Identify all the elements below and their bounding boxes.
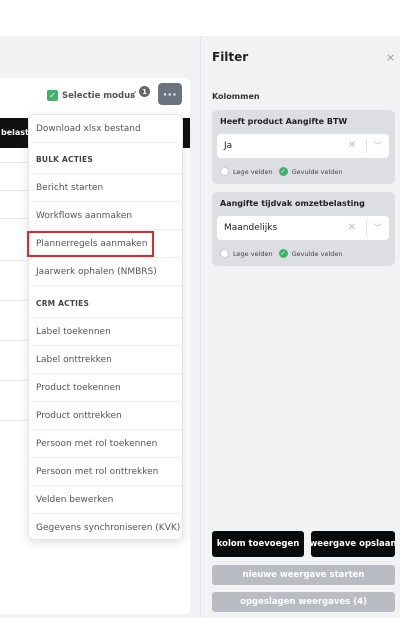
menu-item-bericht-starten[interactable]: Bericht starten [29, 174, 182, 202]
chevron-down-icon[interactable]: ﹀ [373, 221, 382, 234]
checkmark-icon: ✓ [129, 88, 139, 101]
menu-item-label-onttrekken[interactable]: Label onttrekken [29, 346, 182, 374]
empty-fields-radio[interactable] [220, 167, 229, 176]
bulk-actions-dropdown: Download xlsx bestand BULK ACTIES Berich… [28, 114, 183, 540]
selection-mode-label: Selectie modus [62, 90, 136, 101]
chevron-down-icon[interactable]: ﹀ [373, 139, 382, 152]
highlight-box [27, 231, 154, 257]
check-circle-icon[interactable]: ✓ [278, 249, 288, 258]
saved-views-button[interactable]: opgeslagen weergaves (4) [212, 592, 395, 612]
menu-item-product-toekennen[interactable]: Product toekennen [29, 374, 182, 402]
menu-item-persoon-rol-onttrekken[interactable]: Persoon met rol onttrekken [29, 458, 182, 486]
table-row-divider [0, 420, 28, 421]
add-column-button[interactable]: kolom toevoegen [212, 531, 304, 557]
table-row-divider [0, 190, 28, 191]
table-row-divider [0, 260, 28, 261]
columns-heading: Kolommen [212, 92, 260, 101]
filter-card-aangifte-btw: Heeft product Aangifte BTW Ja ✕ ﹀ Lege v… [212, 110, 395, 184]
filter-select-value: Ja [224, 141, 233, 151]
menu-item-download-xlsx[interactable]: Download xlsx bestand [29, 115, 182, 143]
save-view-button[interactable]: weergave opslaan [309, 531, 397, 557]
menu-section-bulk-acties: BULK ACTIES [29, 146, 182, 174]
filter-card-tijdvak-omzetbelasting: Aangifte tijdvak omzetbelasting Maandeli… [212, 192, 395, 266]
filled-fields-label: Gevulde velden [291, 249, 343, 258]
menu-item-velden-bewerken[interactable]: Velden bewerken [29, 486, 182, 514]
filter-value-select[interactable]: Maandelijks ✕ ﹀ [217, 216, 389, 240]
close-icon[interactable]: × [386, 51, 395, 64]
check-icon: ✓ [47, 90, 58, 101]
clear-icon[interactable]: ✕ [348, 222, 356, 233]
table-row-divider [0, 218, 28, 219]
menu-item-product-onttrekken[interactable]: Product onttrekken [29, 402, 182, 430]
more-actions-button[interactable]: ··· [158, 83, 182, 105]
table-row-divider [0, 300, 28, 301]
select-divider [366, 221, 367, 235]
filter-card-title: Aangifte tijdvak omzetbelasting [220, 199, 365, 208]
check-circle-icon[interactable]: ✓ [278, 167, 288, 176]
menu-item-persoon-rol-toekennen[interactable]: Persoon met rol toekennen [29, 430, 182, 458]
field-options: Lege velden ✓ Gevulde velden [220, 167, 343, 176]
select-divider [366, 139, 367, 153]
new-view-button[interactable]: nieuwe weergave starten [212, 565, 395, 585]
empty-fields-radio[interactable] [220, 249, 229, 258]
table-header-cell[interactable]: belasti [0, 118, 28, 148]
menu-section-crm-acties: CRM ACTIES [29, 290, 182, 318]
empty-fields-label: Lege velden [233, 249, 273, 258]
table-row-divider [0, 340, 28, 341]
filter-card-title: Heeft product Aangifte BTW [220, 117, 348, 126]
clear-icon[interactable]: ✕ [348, 140, 356, 151]
menu-item-workflows-aanmaken[interactable]: Workflows aanmaken [29, 202, 182, 230]
table-row-divider [0, 380, 28, 381]
filter-select-value: Maandelijks [224, 223, 278, 233]
menu-item-jaarwerk-ophalen[interactable]: Jaarwerk ophalen (NMBRS) [29, 258, 182, 286]
menu-item-gegevens-synchroniseren[interactable]: Gegevens synchroniseren (KVK) [29, 514, 182, 542]
top-bar [0, 0, 400, 36]
filled-fields-label: Gevulde velden [291, 167, 343, 176]
selection-count-badge: 1 [139, 86, 150, 97]
menu-item-label-toekennen[interactable]: Label toekennen [29, 318, 182, 346]
selection-count-indicator[interactable]: ✓ 1 [129, 86, 151, 102]
table-row-divider [0, 162, 28, 163]
filter-title: Filter [212, 50, 249, 64]
filter-value-select[interactable]: Ja ✕ ﹀ [217, 134, 389, 158]
field-options: Lege velden ✓ Gevulde velden [220, 249, 343, 258]
empty-fields-label: Lege velden [233, 167, 273, 176]
selection-mode-toggle[interactable]: ✓ Selectie modus [47, 90, 135, 101]
